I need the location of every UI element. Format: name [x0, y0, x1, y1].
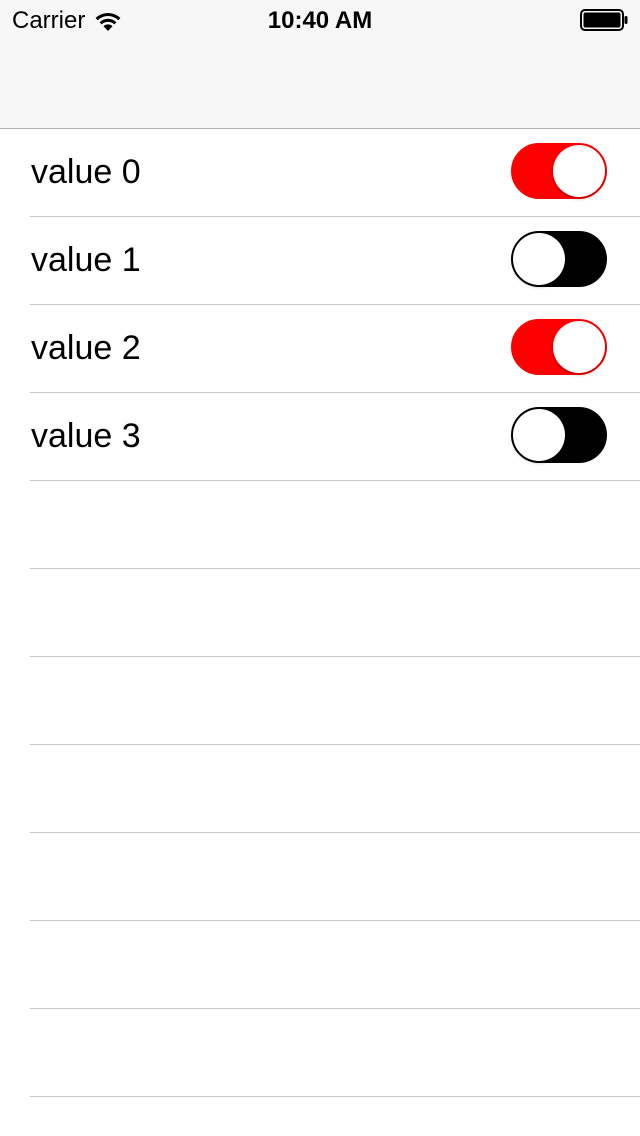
row-label: value 2 — [31, 329, 141, 367]
table-rows: value 0 value 1 value 2 value 3 — [0, 129, 640, 1136]
empty-table-row — [30, 657, 640, 745]
battery-full-icon — [580, 9, 628, 31]
row-label: value 1 — [31, 241, 141, 279]
toggle-knob — [513, 233, 565, 285]
toggle-knob — [553, 321, 605, 373]
toggle-switch[interactable] — [511, 407, 607, 463]
empty-table-row — [30, 1097, 640, 1136]
row-label: value 3 — [31, 417, 141, 455]
table-row: value 3 — [30, 393, 640, 481]
empty-table-row — [30, 1009, 640, 1097]
toggle-switch[interactable] — [511, 143, 607, 199]
status-bar: Carrier 10:40 AM — [0, 0, 640, 40]
toggle-switch[interactable] — [511, 319, 607, 375]
screen: Carrier 10:40 AM value 0 value 1 value 2 va… — [0, 0, 640, 1136]
empty-table-row — [30, 745, 640, 833]
empty-table-row — [30, 569, 640, 657]
empty-table-row — [30, 481, 640, 569]
navigation-bar: Carrier 10:40 AM — [0, 0, 640, 129]
toggle-knob — [553, 145, 605, 197]
empty-table-row — [30, 833, 640, 921]
table-row: value 1 — [30, 217, 640, 305]
table-row: value 0 — [30, 129, 640, 217]
toggle-switch[interactable] — [511, 231, 607, 287]
table-row: value 2 — [30, 305, 640, 393]
row-label: value 0 — [31, 153, 141, 191]
settings-table: value 0 value 1 value 2 value 3 — [0, 129, 640, 1136]
status-time: 10:40 AM — [267, 7, 373, 34]
empty-table-row — [30, 921, 640, 1009]
toggle-knob — [513, 409, 565, 461]
